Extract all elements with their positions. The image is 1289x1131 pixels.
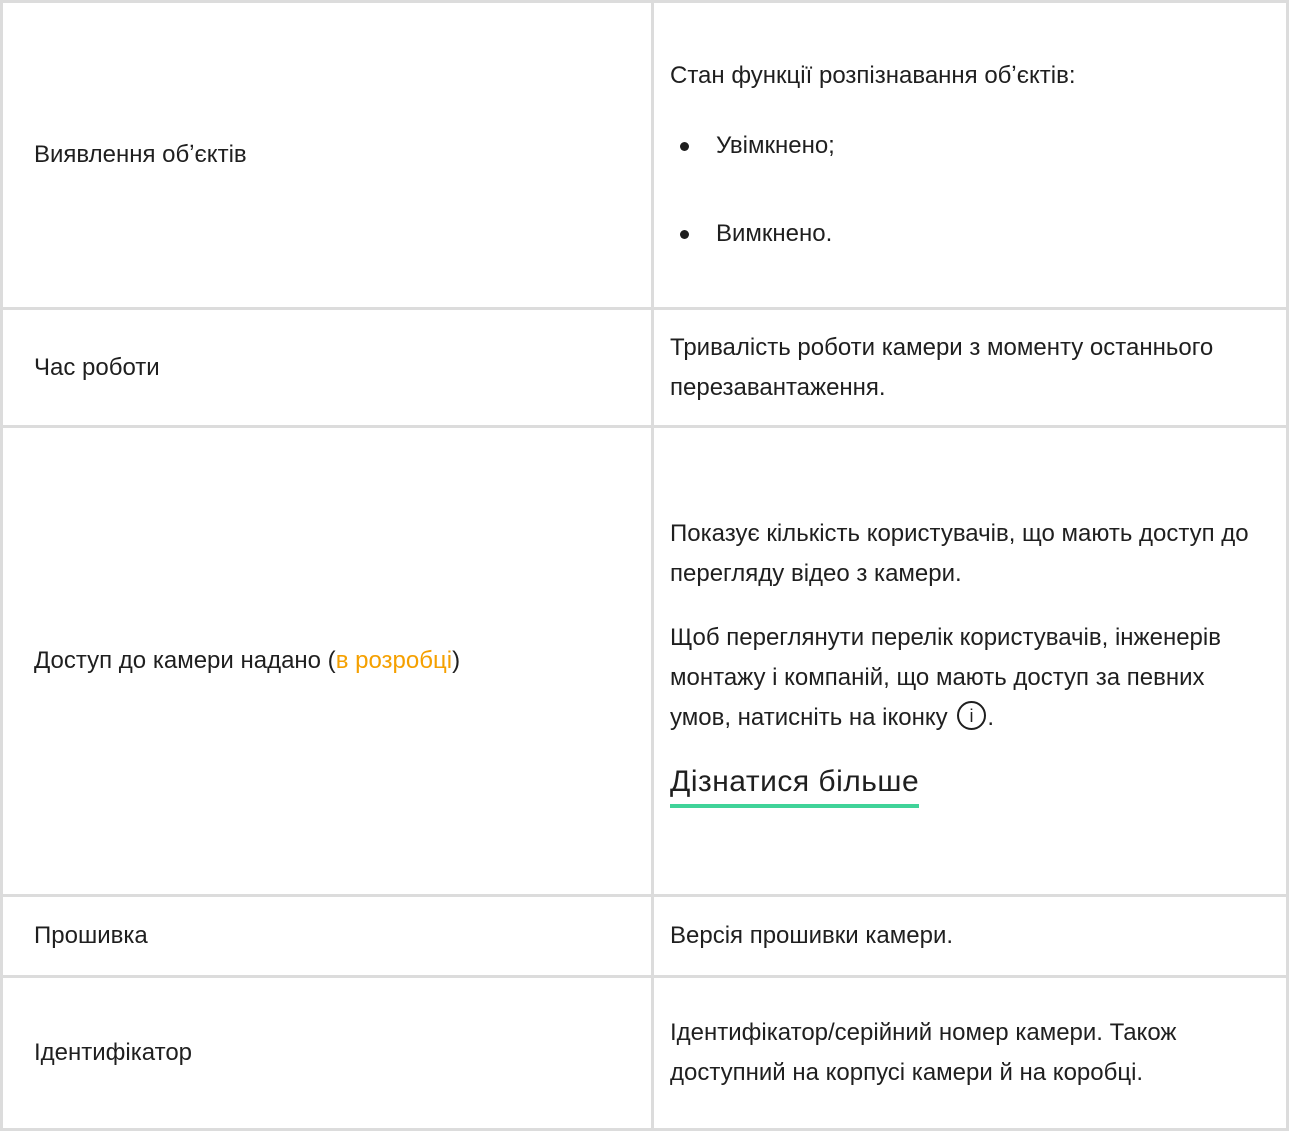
list-item-disabled: Вимкнено. — [670, 214, 1272, 254]
table-row-object-detection: Виявлення обʼєктів Стан функції розпізна… — [0, 0, 1289, 310]
access-name-suffix: ) — [452, 647, 461, 674]
setting-description-object-detection: Стан функції розпізнавання обʼєктів: Уві… — [651, 0, 1289, 310]
setting-description-identifier: Ідентифікатор/серійний номер камери. Так… — [651, 975, 1289, 1131]
object-detection-description: Стан функції розпізнавання обʼєктів: — [670, 62, 1076, 89]
setting-name-identifier: Ідентифікатор — [0, 975, 654, 1131]
info-icon-glyph: i — [970, 706, 974, 726]
access-description-period: . — [987, 704, 994, 731]
setting-description-uptime: Тривалість роботи камери з моменту остан… — [651, 307, 1289, 428]
setting-description-access: Показує кількість користувачів, що мають… — [651, 425, 1289, 897]
learn-more-link[interactable]: Дізнатися більше — [670, 762, 920, 808]
access-description-text: Щоб переглянути перелік користувачів, ін… — [670, 624, 1221, 731]
in-development-link[interactable]: в розробці — [336, 647, 452, 674]
camera-settings-table: Виявлення обʼєктів Стан функції розпізна… — [0, 0, 1289, 1131]
table-row-access: Доступ до камери надано (в розробці) Пок… — [0, 425, 1289, 897]
setting-name-uptime: Час роботи — [0, 307, 654, 428]
object-detection-options: Увімкнено; Вимкнено. — [670, 126, 1272, 254]
table-row-uptime: Час роботи Тривалість роботи камери з мо… — [0, 307, 1289, 428]
table-row-identifier: Ідентифікатор Ідентифікатор/серійний ном… — [0, 975, 1289, 1131]
setting-name-firmware: Прошивка — [0, 894, 654, 978]
list-item-enabled: Увімкнено; — [670, 126, 1272, 166]
access-description-view-list: Щоб переглянути перелік користувачів, ін… — [670, 618, 1272, 738]
setting-name-object-detection: Виявлення обʼєктів — [0, 0, 654, 310]
setting-description-firmware: Версія прошивки камери. — [651, 894, 1289, 978]
setting-name-access: Доступ до камери надано (в розробці) — [0, 425, 654, 897]
learn-more-container: Дізнатися більше — [670, 762, 1272, 808]
access-name-prefix: Доступ до камери надано ( — [34, 647, 336, 674]
access-description-users-count: Показує кількість користувачів, що мають… — [670, 520, 1249, 587]
table-row-firmware: Прошивка Версія прошивки камери. — [0, 894, 1289, 978]
info-circle-icon: i — [956, 700, 987, 731]
